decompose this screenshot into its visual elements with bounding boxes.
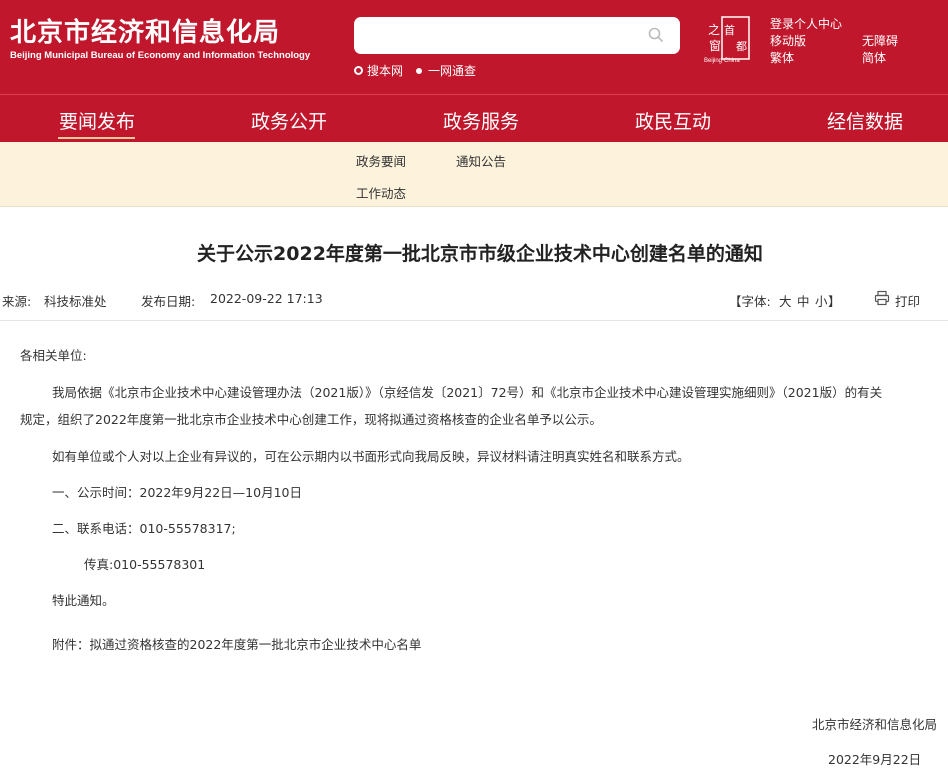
article-paragraph-6: 特此通知。 [52, 593, 115, 608]
publish-date: 2022-09-22 17:13 [210, 291, 323, 306]
source-value: 科技标准处 [44, 294, 107, 309]
font-small-button[interactable]: 小 [815, 291, 828, 310]
mobile-version-link[interactable]: 移动版 [770, 32, 806, 49]
print-icon[interactable] [874, 290, 890, 306]
search-scope-all[interactable]: 一网通查 [416, 62, 476, 79]
nav-item-data[interactable]: 经信数据 [827, 107, 903, 134]
article-paragraph-1b: 规定，组织了2022年度第一批北京市企业技术中心创建工作，现将拟通过资格核查的企… [20, 412, 602, 427]
search-input[interactable] [354, 17, 680, 54]
article-paragraph-4: 二、联系电话：010-55578317; [52, 521, 236, 536]
font-medium-button[interactable]: 中 [797, 291, 810, 310]
subnav-item-work-updates[interactable]: 工作动态 [356, 183, 406, 202]
nav-item-gov-services[interactable]: 政务服务 [443, 107, 519, 134]
svg-text:之: 之 [708, 23, 720, 37]
search-scope-site[interactable]: 搜本网 [354, 62, 403, 79]
article-greeting: 各相关单位: [20, 348, 87, 363]
site-logo-subtitle: Beijing Municipal Bureau of Economy and … [10, 50, 311, 61]
simplified-chinese-link[interactable]: 简体 [862, 49, 886, 66]
attachment-link[interactable]: 附件：拟通过资格核查的2022年度第一批北京市企业技术中心名单 [52, 633, 421, 657]
sub-nav: 政务要闻 通知公告 工作动态 [0, 142, 948, 207]
svg-text:窗: 窗 [709, 39, 721, 53]
traditional-chinese-link[interactable]: 繁体 [770, 49, 794, 66]
search-icon[interactable] [648, 27, 664, 43]
nav-item-interaction[interactable]: 政民互动 [635, 107, 711, 134]
font-size-label: 【字体: [729, 294, 771, 309]
source-label: 来源: [2, 294, 32, 309]
site-header: 北京市经济和信息化局 Beijing Municipal Bureau of E… [0, 0, 948, 94]
svg-text:首: 首 [724, 23, 735, 37]
article-paragraph-3: 一、公示时间：2022年9月22日—10月10日 [52, 485, 302, 500]
print-button[interactable]: 打印 [895, 291, 920, 310]
nav-item-gov-affairs[interactable]: 政务公开 [251, 107, 327, 134]
article-signature: 北京市经济和信息化局 [812, 717, 938, 732]
article-paragraph-2: 如有单位或个人对以上企业有异议的，可在公示期内以书面形式向我局反映，异议材料请注… [52, 449, 690, 464]
article-title: 关于公示2022年度第一批北京市市级企业技术中心创建名单的通知 [197, 243, 763, 265]
site-logo-title[interactable]: 北京市经济和信息化局 [10, 12, 280, 49]
radio-selected-icon [354, 66, 363, 75]
radio-unselected-icon [416, 67, 422, 74]
subnav-item-gov-news[interactable]: 政务要闻 [356, 151, 406, 170]
font-size-label-close: 】 [828, 294, 841, 309]
article-sign-date: 2022年9月22日 [828, 752, 922, 767]
font-large-button[interactable]: 大 [779, 291, 792, 310]
active-nav-indicator [58, 137, 135, 139]
date-label: 发布日期: [141, 294, 196, 309]
meta-divider [0, 320, 948, 321]
capital-window-seal-icon[interactable]: 之 首 都 窗 [706, 16, 750, 62]
accessibility-link[interactable]: 无障碍 [862, 32, 898, 49]
nav-item-news[interactable]: 要闻发布 [59, 107, 135, 134]
seal-caption: Beijing·China [704, 58, 740, 64]
main-nav: 要闻发布 政务公开 政务服务 政民互动 经信数据 [0, 94, 948, 142]
svg-text:都: 都 [736, 40, 747, 53]
article-paragraph-1a: 我局依据《北京市企业技术中心建设管理办法（2021版）》（京经信发〔2021〕7… [52, 385, 883, 400]
login-link[interactable]: 登录个人中心 [770, 15, 842, 32]
subnav-item-notices[interactable]: 通知公告 [456, 151, 506, 170]
article-paragraph-5: 传真:010-55578301 [84, 557, 206, 572]
